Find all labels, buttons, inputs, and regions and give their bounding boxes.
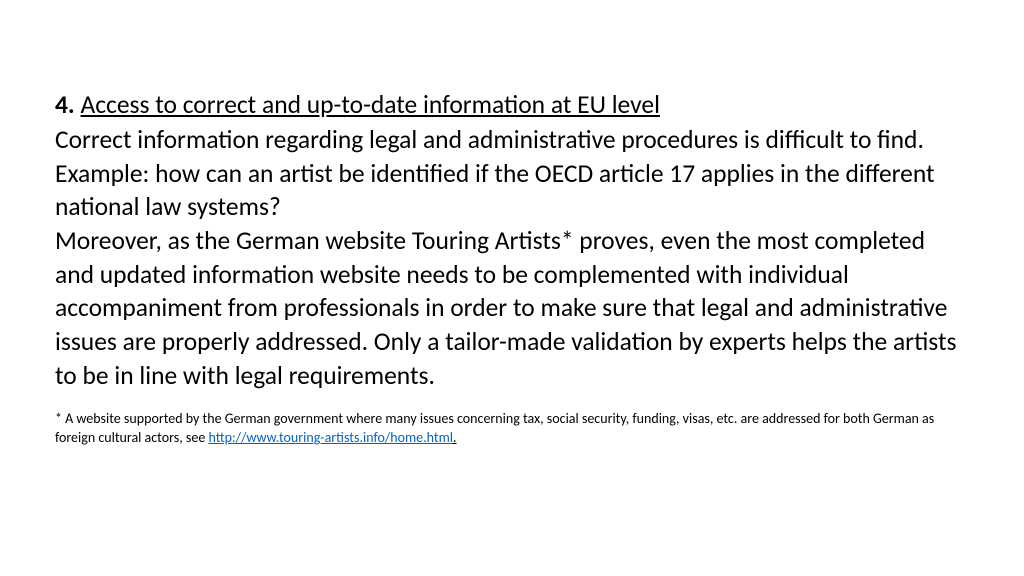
- paragraph-1: Correct information regarding legal and …: [55, 123, 969, 224]
- heading-number: 4.: [55, 89, 75, 120]
- footnote-text-before: * A website supported by the German gove…: [55, 410, 934, 446]
- footnote-link[interactable]: http://www.touring-artists.info/home.htm…: [208, 429, 453, 446]
- heading-title: Access to correct and up-to-date informa…: [81, 89, 660, 120]
- body-content: Correct information regarding legal and …: [55, 123, 969, 392]
- paragraph-2: Moreover, as the German website Touring …: [55, 224, 969, 392]
- footnote-text-after: .: [453, 429, 457, 446]
- footnote: * A website supported by the German gove…: [55, 410, 969, 448]
- section-heading: 4. Access to correct and up-to-date info…: [55, 88, 969, 121]
